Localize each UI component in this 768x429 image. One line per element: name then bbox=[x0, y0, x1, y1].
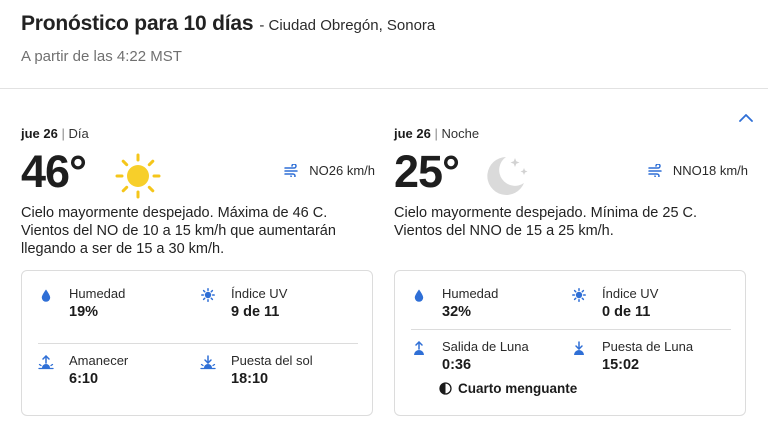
day-period: Día bbox=[68, 126, 89, 141]
page-title: Pronóstico para 10 días bbox=[21, 12, 254, 35]
humidity-icon bbox=[38, 287, 54, 303]
day-forecast-panel: jue 26 | Día 46° NO26 km/h Cielo mayorme… bbox=[21, 126, 375, 416]
day-humidity-label: Humedad bbox=[69, 286, 126, 301]
day-period-label: jue 26 | Día bbox=[21, 126, 375, 144]
uv-icon bbox=[200, 287, 216, 303]
day-sunrise-value: 6:10 bbox=[69, 371, 99, 387]
sunrise-icon bbox=[38, 354, 54, 370]
day-sunset-label: Puesta del sol bbox=[231, 353, 313, 368]
night-wind: NNO18 km/h bbox=[648, 163, 748, 178]
day-sunset: Puesta del sol 18:10 bbox=[200, 353, 313, 388]
day-humidity-value: 19% bbox=[69, 304, 99, 320]
day-wind-value: NO26 km/h bbox=[309, 163, 375, 178]
half-moon-icon bbox=[439, 382, 452, 395]
night-temp-row: 25° NNO18 km/h bbox=[394, 146, 748, 202]
night-humidity: Humedad 32% bbox=[411, 286, 498, 321]
moonset-icon bbox=[571, 340, 587, 356]
moon-phase: Cuarto menguante bbox=[439, 381, 577, 396]
night-moonrise-label: Salida de Luna bbox=[442, 339, 529, 354]
night-moonrise: Salida de Luna 0:36 bbox=[411, 339, 529, 374]
night-humidity-label: Humedad bbox=[442, 286, 499, 301]
night-humidity-value: 32% bbox=[442, 304, 472, 320]
night-moonrise-value: 0:36 bbox=[442, 357, 472, 373]
humidity-icon bbox=[411, 287, 427, 303]
wind-icon bbox=[648, 164, 662, 177]
night-wind-value: NNO18 km/h bbox=[672, 163, 748, 178]
day-uv: Índice UV 9 de 11 bbox=[200, 286, 287, 321]
moon-phase-label: Cuarto menguante bbox=[458, 381, 578, 396]
day-temp-row: 46° NO26 km/h bbox=[21, 146, 375, 202]
title-row: Pronóstico para 10 días - Ciudad Obregón… bbox=[21, 12, 751, 36]
day-humidity: Humedad 19% bbox=[38, 286, 125, 321]
moonrise-icon bbox=[411, 340, 427, 356]
night-period-label: jue 26 | Noche bbox=[394, 126, 748, 144]
location-label: - Ciudad Obregón, Sonora bbox=[259, 17, 436, 34]
header-divider bbox=[0, 88, 768, 89]
uv-icon bbox=[571, 287, 587, 303]
moon-stars-icon bbox=[484, 152, 532, 205]
as-of-timestamp: A partir de las 4:22 MST bbox=[21, 48, 182, 65]
forecast-header: Pronóstico para 10 días - Ciudad Obregón… bbox=[21, 12, 751, 36]
night-date: jue 26 bbox=[394, 126, 431, 141]
day-uv-value: 9 de 11 bbox=[231, 304, 280, 320]
sunset-icon bbox=[200, 354, 216, 370]
day-sunrise-label: Amanecer bbox=[69, 353, 129, 368]
night-separator: | bbox=[434, 126, 438, 141]
day-date: jue 26 bbox=[21, 126, 58, 141]
night-moonset: Puesta de Luna 15:02 bbox=[571, 339, 693, 374]
night-uv-label: Índice UV bbox=[602, 286, 659, 301]
night-temperature: 25° bbox=[394, 146, 460, 197]
day-sunset-value: 18:10 bbox=[231, 371, 269, 387]
night-moonset-label: Puesta de Luna bbox=[602, 339, 694, 354]
wind-icon bbox=[284, 164, 298, 177]
day-wind: NO26 km/h bbox=[284, 163, 375, 178]
night-uv: Índice UV 0 de 11 bbox=[571, 286, 658, 321]
sun-icon bbox=[114, 152, 162, 205]
day-details-card: Humedad 19% Índice UV 9 de 11 Amanecer 6… bbox=[21, 270, 373, 416]
night-period: Noche bbox=[441, 126, 480, 141]
night-description: Cielo mayormente despejado. Mínima de 25… bbox=[394, 205, 698, 239]
collapse-button[interactable] bbox=[737, 108, 755, 126]
day-card-divider bbox=[38, 343, 358, 344]
day-sunrise: Amanecer 6:10 bbox=[38, 353, 128, 388]
chevron-up-icon bbox=[739, 113, 753, 122]
night-forecast-panel: jue 26 | Noche 25° NNO18 km/h Cielo mayo… bbox=[394, 126, 748, 416]
day-uv-label: Índice UV bbox=[231, 286, 288, 301]
night-moonset-value: 15:02 bbox=[602, 357, 640, 373]
day-description: Cielo mayormente despejado. Máxima de 46… bbox=[21, 205, 336, 257]
day-temperature: 46° bbox=[21, 146, 87, 197]
night-uv-value: 0 de 11 bbox=[602, 304, 651, 320]
day-separator: | bbox=[61, 126, 65, 141]
night-card-divider bbox=[411, 329, 731, 330]
night-details-card: Humedad 32% Índice UV 0 de 11 Salida de … bbox=[394, 270, 746, 416]
